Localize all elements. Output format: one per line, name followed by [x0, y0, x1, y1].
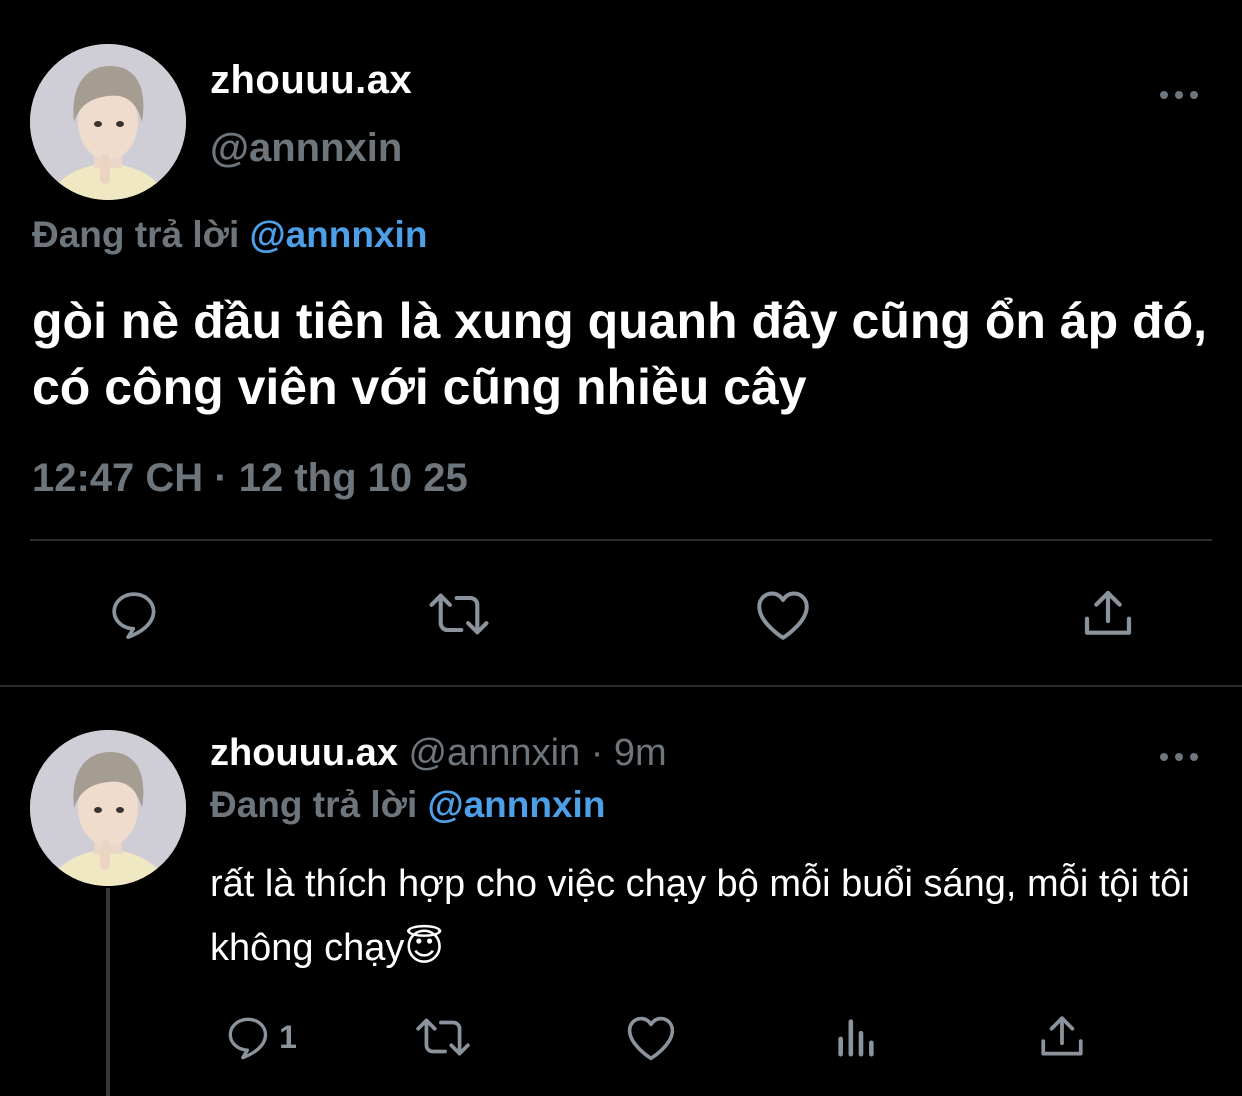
replying-to: Đang trả lời @annnxin	[32, 214, 427, 256]
reply-handle-time: @annnxin · 9m	[408, 732, 667, 774]
retweet-button[interactable]	[412, 1010, 474, 1064]
tweet-timestamp[interactable]: 12:47 CH · 12 thg 10 25	[32, 456, 468, 501]
share-button[interactable]	[1078, 584, 1138, 644]
thread-connector	[106, 888, 110, 1096]
reply-icon	[228, 1017, 268, 1060]
divider	[30, 539, 1212, 541]
retweet-button[interactable]	[424, 584, 494, 644]
reply-header: zhouuu.ax @annnxin · 9m	[210, 732, 667, 775]
like-button[interactable]	[750, 584, 816, 644]
reply-more-options-button[interactable]	[1154, 742, 1204, 772]
user-handle[interactable]: @annnxin	[210, 126, 402, 171]
reply-button[interactable]: 1	[210, 1010, 310, 1064]
replying-prefix: Đang trả lời	[210, 784, 418, 825]
retweet-icon	[416, 1018, 470, 1056]
section-divider	[0, 685, 1242, 687]
like-icon	[757, 591, 809, 640]
share-icon	[1084, 590, 1132, 635]
reply-display-name[interactable]: zhouuu.ax	[210, 732, 398, 774]
like-button[interactable]	[622, 1010, 680, 1064]
analytics-icon	[838, 1019, 874, 1057]
retweet-icon	[429, 593, 489, 635]
mention-link[interactable]: @annnxin	[428, 784, 606, 825]
tweet-text: gòi nè đầu tiên là xung quanh đây cũng ổ…	[32, 293, 1208, 415]
share-icon	[1041, 1016, 1083, 1056]
analytics-button[interactable]	[830, 1010, 882, 1064]
share-button[interactable]	[1034, 1010, 1090, 1064]
display-name[interactable]: zhouuu.ax	[210, 58, 412, 103]
replying-prefix: Đang trả lời	[32, 214, 240, 255]
more-horizontal-icon	[1160, 91, 1198, 99]
mention-link[interactable]: @annnxin	[250, 214, 428, 255]
reply-icon	[112, 592, 156, 639]
reply-button[interactable]	[102, 584, 166, 644]
avatar[interactable]	[30, 44, 186, 200]
like-icon	[627, 1016, 675, 1061]
reply-count: 1	[279, 1018, 297, 1055]
reply-replying-to: Đang trả lời @annnxin	[210, 784, 605, 826]
reply-tweet-text: rất là thích hợp cho việc chạy bộ mỗi bu…	[210, 863, 1190, 969]
more-options-button[interactable]	[1154, 80, 1204, 110]
reply-avatar[interactable]	[30, 730, 186, 886]
more-horizontal-icon	[1160, 753, 1198, 761]
